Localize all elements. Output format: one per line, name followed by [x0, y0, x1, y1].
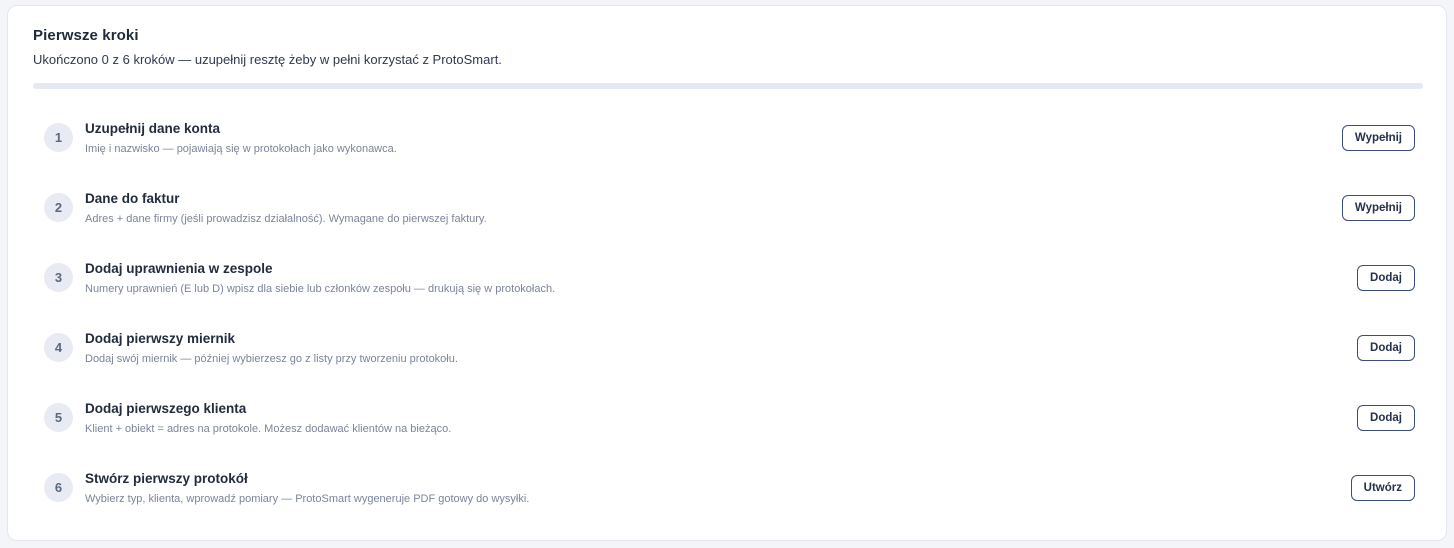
onboarding-card: Pierwsze kroki Ukończono 0 z 6 kroków — … [7, 5, 1447, 541]
step-number-badge: 3 [44, 263, 73, 292]
step-item-client: 5 Dodaj pierwszego klienta Klient + obie… [33, 384, 1423, 454]
step-description: Numery uprawnień (E lub D) wpisz dla sie… [85, 283, 556, 295]
card-subtitle: Ukończono 0 z 6 kroków — uzupełnij reszt… [33, 52, 502, 67]
add-meter-button[interactable]: Dodaj [1357, 335, 1415, 361]
step-title: Dodaj pierwszy miernik [85, 331, 236, 346]
step-item-meter: 4 Dodaj pierwszy miernik Dodaj swój mier… [33, 314, 1423, 384]
step-item-invoice: 2 Dane do faktur Adres + dane firmy (jeś… [33, 174, 1423, 244]
step-number-badge: 1 [44, 123, 73, 152]
progress-bar [33, 83, 1423, 89]
card-title: Pierwsze kroki [33, 27, 139, 44]
step-number-badge: 4 [44, 333, 73, 362]
step-item-account: 1 Uzupełnij dane konta Imię i nazwisko —… [33, 104, 1423, 174]
step-number-badge: 5 [44, 403, 73, 432]
step-description: Imię i nazwisko — pojawiają się w protok… [85, 143, 397, 155]
steps-list: 1 Uzupełnij dane konta Imię i nazwisko —… [33, 104, 1423, 524]
fill-account-button[interactable]: Wypełnij [1341, 125, 1415, 151]
step-description: Dodaj swój miernik — później wybierzesz … [85, 353, 458, 365]
fill-invoice-data-button[interactable]: Wypełnij [1341, 195, 1415, 221]
step-description: Klient + obiekt = adres na protokole. Mo… [85, 423, 452, 435]
step-title: Uzupełnij dane konta [85, 121, 221, 136]
create-protocol-button[interactable]: Utwórz [1350, 475, 1415, 501]
step-item-permissions: 3 Dodaj uprawnienia w zespole Numery upr… [33, 244, 1423, 314]
step-title: Dodaj uprawnienia w zespole [85, 261, 273, 276]
step-item-protocol: 6 Stwórz pierwszy protokół Wybierz typ, … [33, 454, 1423, 524]
step-title: Dane do faktur [85, 191, 180, 206]
step-description: Wybierz typ, klienta, wprowadź pomiary —… [85, 493, 530, 505]
step-title: Dodaj pierwszego klienta [85, 401, 247, 416]
add-permissions-button[interactable]: Dodaj [1357, 265, 1415, 291]
step-number-badge: 6 [44, 473, 73, 502]
step-description: Adres + dane firmy (jeśli prowadzisz dzi… [85, 213, 487, 225]
add-client-button[interactable]: Dodaj [1357, 405, 1415, 431]
step-number-badge: 2 [44, 193, 73, 222]
step-title: Stwórz pierwszy protokół [85, 471, 248, 486]
